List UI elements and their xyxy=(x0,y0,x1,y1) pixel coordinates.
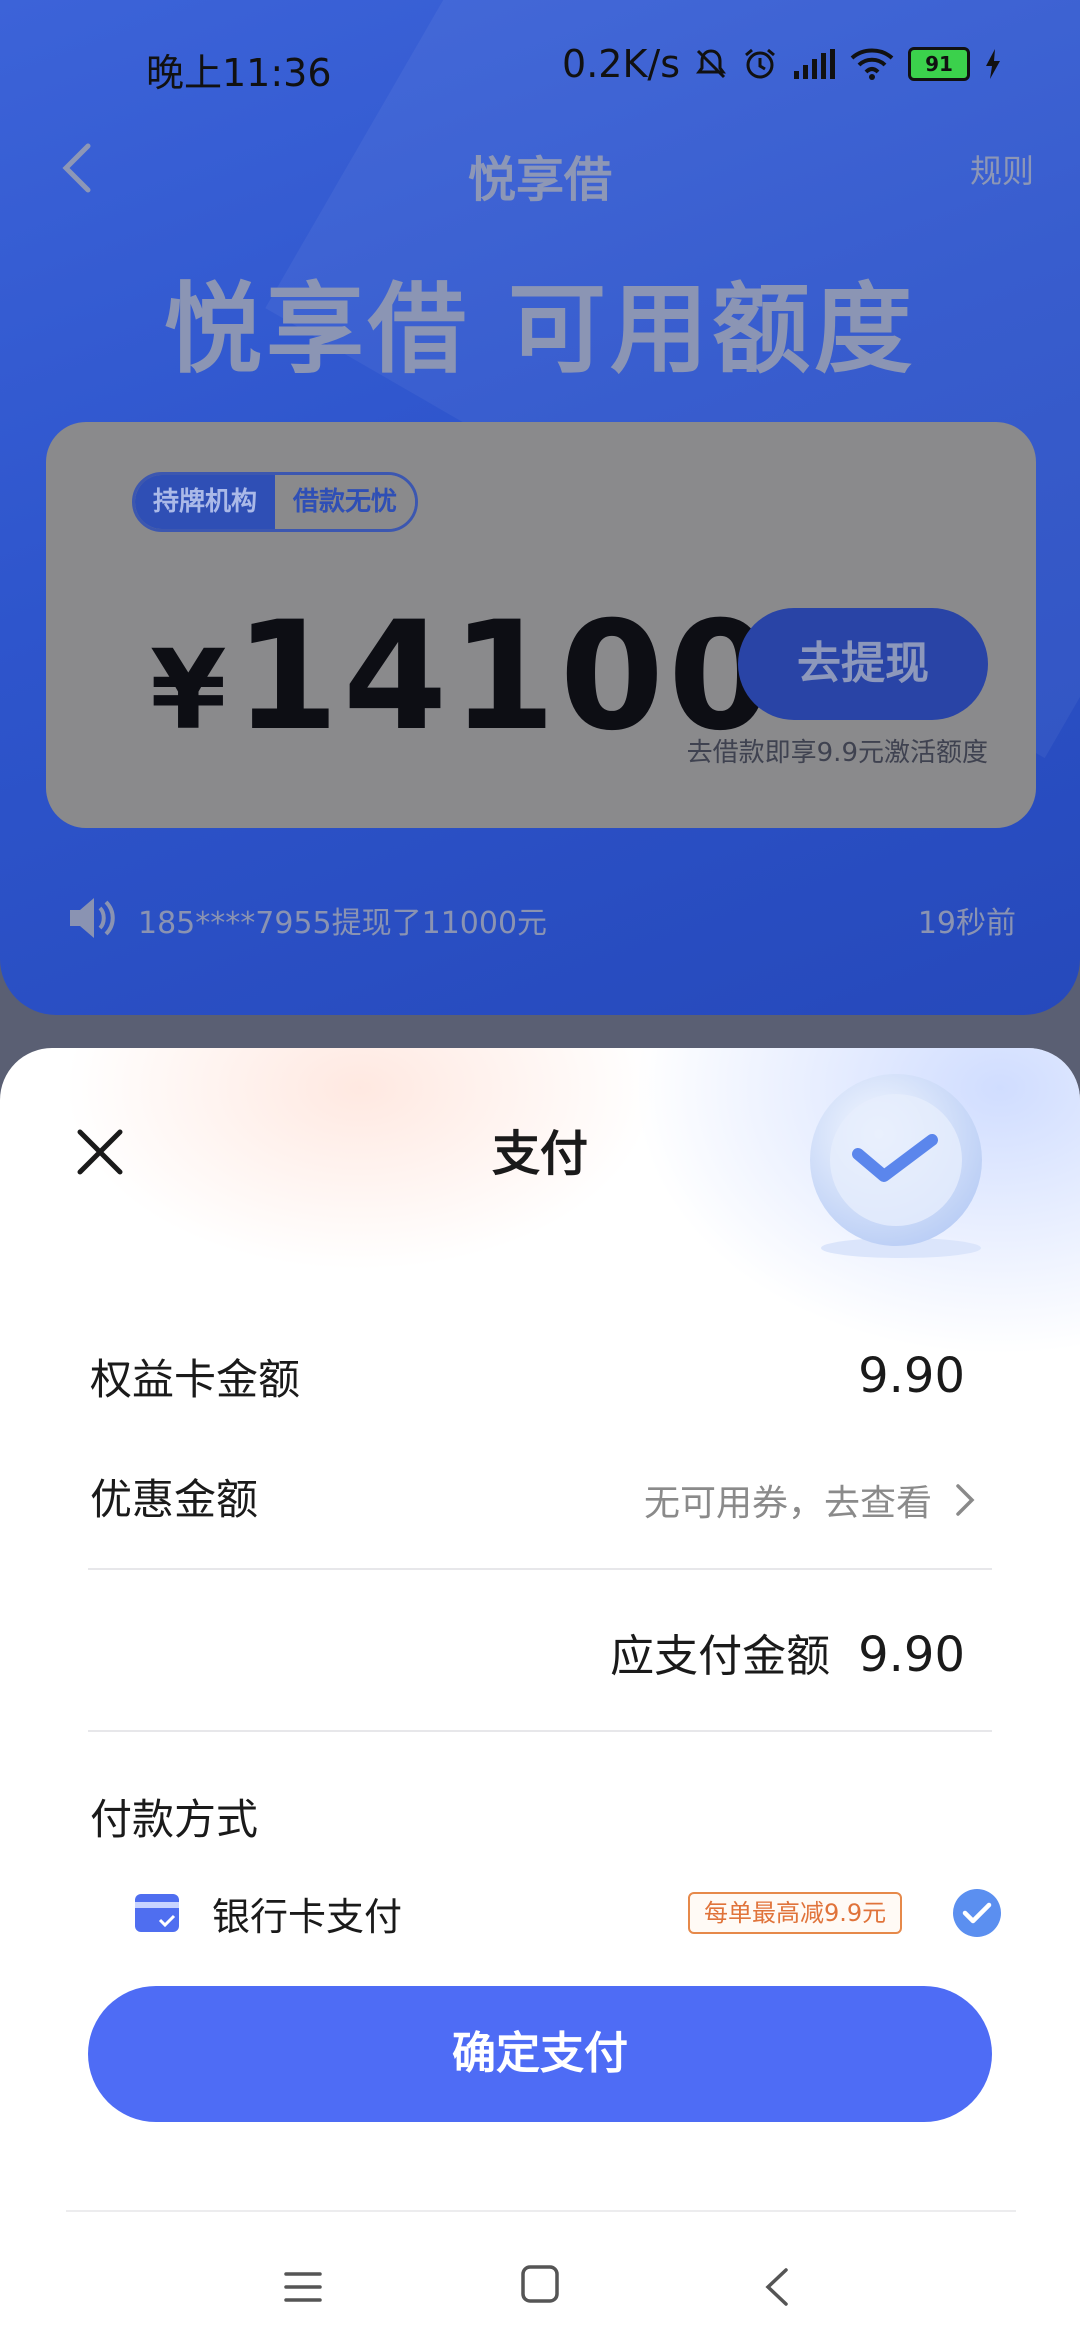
payment-method-title: 付款方式 xyxy=(90,1795,259,1844)
card-amount-value: 9.90 xyxy=(858,1348,965,1404)
divider xyxy=(88,1730,992,1732)
currency-symbol: ¥ xyxy=(150,626,227,754)
speaker-icon xyxy=(70,898,115,938)
charging-icon xyxy=(986,49,1000,79)
signal-icon xyxy=(794,49,835,79)
promo-badge: 每单最高减9.9元 xyxy=(688,1892,903,1934)
network-speed: 0.2K/s xyxy=(562,42,680,86)
payment-sheet: 支付 权益卡金额 9.90 优惠金额 无可用券，去查看 应支付金额 9.90 付 xyxy=(0,1048,1080,2340)
check-badge-illustration xyxy=(810,1074,982,1258)
mute-icon xyxy=(696,49,726,79)
tag-worry-free: 借款无忧 xyxy=(275,475,416,529)
divider xyxy=(88,1568,992,1570)
card-amount-label: 权益卡金额 xyxy=(90,1355,301,1404)
tag-licensed: 持牌机构 xyxy=(135,475,276,529)
header-nav: 悦享借 规则 xyxy=(0,120,1080,220)
card-note: 去借款即享9.9元激活额度 xyxy=(686,738,988,768)
total-amount-row: 应支付金额 9.90 xyxy=(610,1620,965,1684)
total-label: 应支付金额 xyxy=(610,1631,831,1682)
credit-limit-card: 持牌机构 借款无忧 ¥ 14100 去提现 去借款即享9.9元激活额度 xyxy=(46,422,1036,828)
home-icon[interactable] xyxy=(520,2264,560,2304)
background-page: 晚上11:36 0.2K/s 91 悦享借 规则 悦享借 可用额度 持牌机构 借… xyxy=(0,0,1080,1040)
bank-card-label: 银行卡支付 xyxy=(212,1895,403,1939)
divider xyxy=(66,2210,1016,2212)
battery-icon: 91 xyxy=(908,47,970,81)
bank-card-icon xyxy=(135,1894,179,1932)
card-amount-row: 权益卡金额 9.90 xyxy=(90,1334,990,1414)
total-value: 9.90 xyxy=(858,1627,965,1683)
rules-link[interactable]: 规则 xyxy=(970,146,1034,192)
withdraw-button[interactable]: 去提现 xyxy=(738,608,988,720)
status-icons: 0.2K/s 91 xyxy=(562,42,1002,86)
discount-row[interactable]: 优惠金额 无可用券，去查看 xyxy=(90,1454,990,1534)
system-navigation-bar xyxy=(0,2248,1080,2328)
confirm-payment-button[interactable]: 确定支付 xyxy=(88,1986,992,2122)
ticker-time: 19秒前 xyxy=(917,906,1016,941)
bank-card-option[interactable]: 银行卡支付 每单最高减9.9元 xyxy=(0,1868,1080,1958)
status-bar: 晚上11:36 0.2K/s 91 xyxy=(0,20,1080,110)
wifi-icon xyxy=(850,48,894,80)
menu-icon[interactable] xyxy=(282,2266,324,2308)
alarm-icon xyxy=(745,48,775,79)
chevron-right-icon xyxy=(956,1484,975,1516)
discount-value: 无可用券，去查看 xyxy=(643,1483,932,1524)
selected-check-icon[interactable] xyxy=(952,1888,1002,1938)
page-title: 悦享借 xyxy=(467,152,612,208)
discount-label: 优惠金额 xyxy=(90,1475,259,1524)
available-amount: ¥ 14100 xyxy=(150,590,776,764)
status-time: 晚上11:36 xyxy=(146,51,332,95)
system-back-icon[interactable] xyxy=(760,2264,794,2310)
ticker-text: 185****7955提现了11000元 xyxy=(138,906,548,941)
feature-tags: 持牌机构 借款无忧 xyxy=(132,472,419,532)
discount-link[interactable]: 无可用券，去查看 xyxy=(644,1474,980,1526)
hero-title: 悦享借 可用额度 xyxy=(163,273,917,387)
withdraw-ticker: 185****7955提现了11000元 19秒前 xyxy=(66,892,1016,944)
